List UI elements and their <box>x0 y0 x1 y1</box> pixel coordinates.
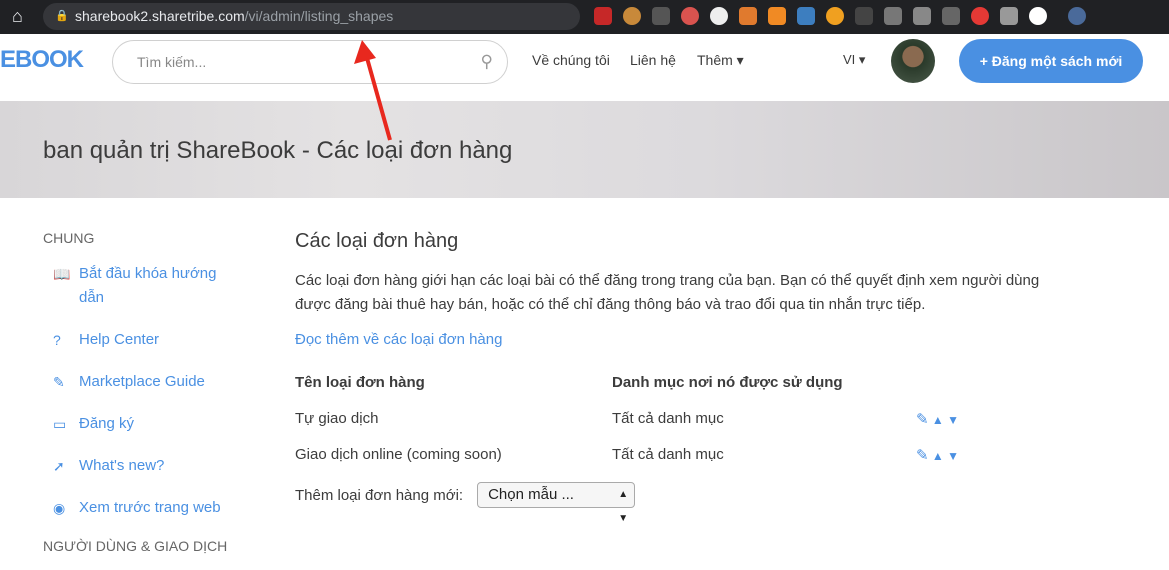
arrow-shaft <box>365 57 392 141</box>
arrow-head <box>354 40 376 64</box>
annotation-arrow <box>354 40 392 141</box>
